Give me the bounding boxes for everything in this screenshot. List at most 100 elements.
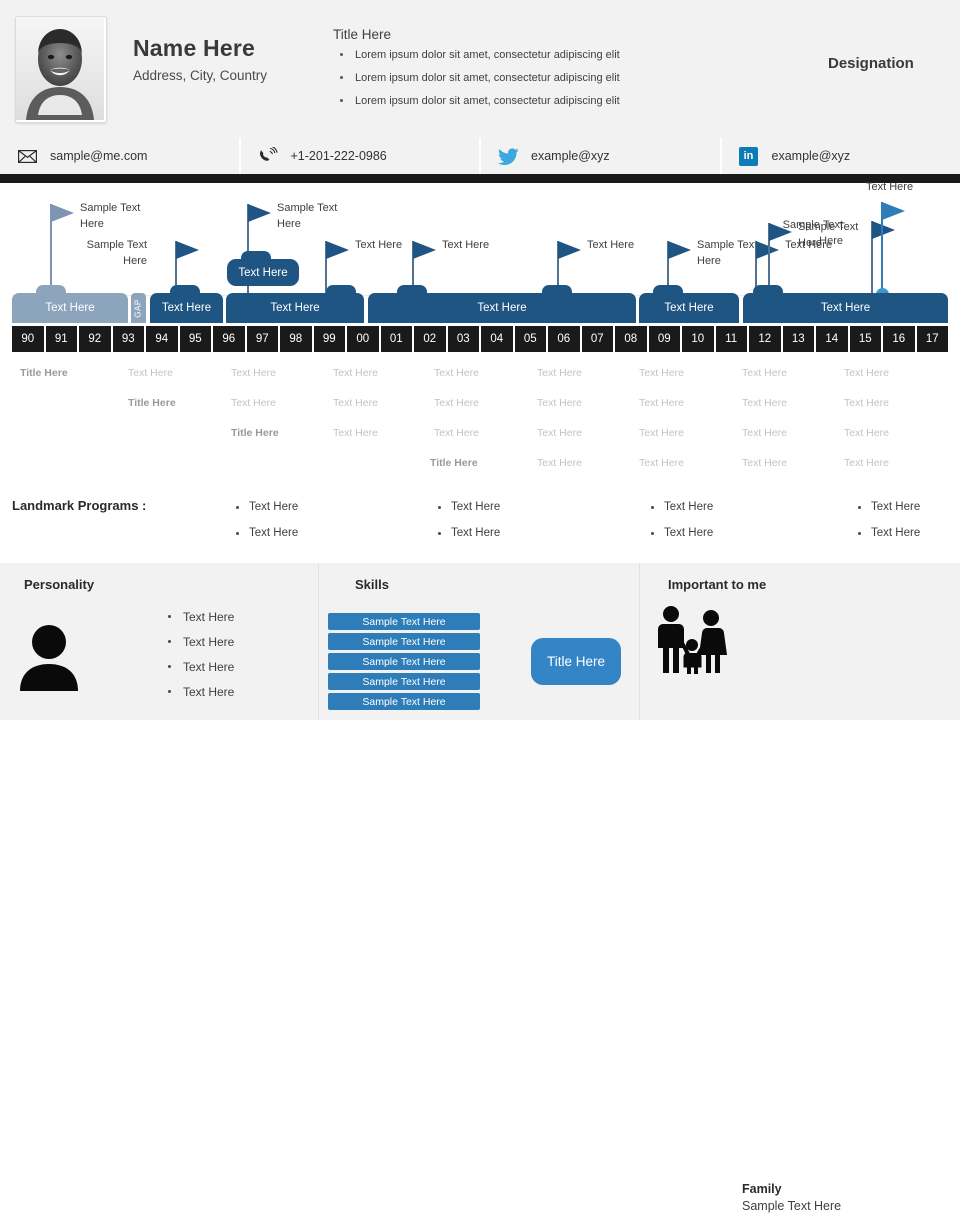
- year-cell[interactable]: 94: [146, 326, 180, 352]
- timeline-bar[interactable]: Text Here: [150, 293, 223, 323]
- family-detail: Sample Text Here: [742, 1198, 841, 1215]
- bar-bump: [542, 285, 572, 295]
- year-cell[interactable]: 05: [515, 326, 549, 352]
- list-item: Text Here: [648, 502, 713, 514]
- contact-linkedin[interactable]: in example@xyz: [722, 138, 960, 174]
- contact-email[interactable]: sample@me.com: [0, 138, 241, 174]
- flag-cloth: [668, 241, 691, 259]
- contact-phone-value: +1-201-222-0986: [291, 149, 387, 163]
- personality-heading: Personality: [24, 577, 94, 592]
- year-cell[interactable]: 14: [816, 326, 850, 352]
- bar-bump: [170, 285, 200, 295]
- year-cell[interactable]: 97: [247, 326, 281, 352]
- year-cell[interactable]: 10: [682, 326, 716, 352]
- bar-label: Text Here: [238, 267, 287, 279]
- bottom-panel: Personality Skills Important to me Text …: [0, 563, 960, 720]
- grid-cell: Text Here: [434, 368, 479, 379]
- contact-bar: sample@me.com +1-201-222-0986 example@xy…: [0, 138, 960, 174]
- grid-cell: Title Here: [128, 398, 176, 409]
- year-cell[interactable]: 04: [481, 326, 515, 352]
- bar-label: Text Here: [270, 302, 319, 314]
- skill-chip[interactable]: Sample Text Here: [328, 673, 480, 690]
- skill-chip[interactable]: Sample Text Here: [328, 633, 480, 650]
- grid-cell: Text Here: [639, 398, 684, 409]
- list-item: Lorem ipsum dolor sit amet, consectetur …: [333, 95, 713, 107]
- list-item: Text Here: [435, 528, 500, 540]
- grid-cell: Text Here: [434, 398, 479, 409]
- year-cell[interactable]: 16: [883, 326, 917, 352]
- timeline-bar[interactable]: Text Here: [368, 293, 636, 323]
- year-cell[interactable]: 09: [649, 326, 683, 352]
- year-cell[interactable]: 98: [280, 326, 314, 352]
- year-cell[interactable]: 17: [917, 326, 949, 352]
- grid-cell: Text Here: [742, 368, 787, 379]
- list-item: Lorem ipsum dolor sit amet, consectetur …: [333, 49, 713, 61]
- list-item: Text Here: [165, 686, 234, 698]
- year-cell[interactable]: 90: [12, 326, 46, 352]
- year-cell[interactable]: 96: [213, 326, 247, 352]
- grid-cell: Text Here: [844, 458, 889, 469]
- grid-cell: Title Here: [430, 458, 478, 469]
- year-cell[interactable]: 03: [448, 326, 482, 352]
- bar-bump: [241, 251, 271, 261]
- person-icon: [18, 623, 80, 696]
- landmark-programs-section: Landmark Programs : Text Here Text Here …: [0, 490, 960, 560]
- grid-cell: Text Here: [844, 398, 889, 409]
- bar-label: Text Here: [821, 302, 870, 314]
- contact-email-value: sample@me.com: [50, 149, 147, 163]
- timeline-bar[interactable]: Text Here: [639, 293, 739, 323]
- bar-bump: [653, 285, 683, 295]
- year-cell[interactable]: 91: [46, 326, 80, 352]
- grid-cell: Text Here: [537, 368, 582, 379]
- title-pill-button[interactable]: Title Here: [531, 638, 621, 685]
- skill-chip[interactable]: Sample Text Here: [328, 613, 480, 630]
- grid-cell: Text Here: [639, 428, 684, 439]
- timeline-bar[interactable]: Text Here: [743, 293, 948, 323]
- year-cell[interactable]: 15: [850, 326, 884, 352]
- designation-label: Designation: [828, 55, 914, 72]
- summary-title: Title Here: [333, 27, 713, 42]
- year-cell[interactable]: 07: [582, 326, 616, 352]
- bar-label: Text Here: [664, 302, 713, 314]
- bar-label: Text Here: [45, 302, 94, 314]
- year-cell[interactable]: 08: [615, 326, 649, 352]
- list-item: Text Here: [648, 528, 713, 540]
- contact-linkedin-value: example@xyz: [772, 149, 851, 163]
- year-cell[interactable]: 11: [716, 326, 750, 352]
- timeline-bar[interactable]: Text Here: [226, 293, 364, 323]
- grid-cell: Text Here: [333, 368, 378, 379]
- section-divider: [639, 563, 640, 720]
- section-divider: [318, 563, 319, 720]
- portrait-photo-icon: [16, 17, 104, 120]
- contact-phone[interactable]: +1-201-222-0986: [241, 138, 482, 174]
- year-cell[interactable]: 06: [548, 326, 582, 352]
- list-item: Text Here: [233, 502, 298, 514]
- landmark-label: Landmark Programs :: [12, 498, 146, 513]
- phone-icon: [257, 145, 279, 167]
- year-cell[interactable]: 13: [783, 326, 817, 352]
- timeline-sub-bar[interactable]: Text Here: [227, 259, 299, 286]
- bar-bump: [36, 285, 66, 295]
- contact-twitter[interactable]: example@xyz: [481, 138, 722, 174]
- year-cell[interactable]: 95: [180, 326, 214, 352]
- year-cell[interactable]: 12: [749, 326, 783, 352]
- flag-label: Sample TextHere: [80, 201, 140, 233]
- timeline-bar[interactable]: Text Here: [12, 293, 128, 323]
- year-cell[interactable]: 93: [113, 326, 147, 352]
- skill-chip[interactable]: Sample Text Here: [328, 653, 480, 670]
- envelope-icon: [16, 145, 38, 167]
- skill-chip[interactable]: Sample Text Here: [328, 693, 480, 710]
- landmark-column: Text Here Text Here: [435, 502, 500, 553]
- flag-cloth: [882, 202, 905, 220]
- avatar: [15, 16, 107, 123]
- summary-block: Title Here Lorem ipsum dolor sit amet, c…: [333, 27, 713, 118]
- skills-heading: Skills: [355, 577, 389, 592]
- year-cell[interactable]: 00: [347, 326, 381, 352]
- year-cell[interactable]: 92: [79, 326, 113, 352]
- flag-label: Text Here: [355, 238, 402, 254]
- summary-list: Lorem ipsum dolor sit amet, consectetur …: [333, 49, 713, 107]
- grid-cell: Text Here: [537, 458, 582, 469]
- year-cell[interactable]: 99: [314, 326, 348, 352]
- year-cell[interactable]: 02: [414, 326, 448, 352]
- year-cell[interactable]: 01: [381, 326, 415, 352]
